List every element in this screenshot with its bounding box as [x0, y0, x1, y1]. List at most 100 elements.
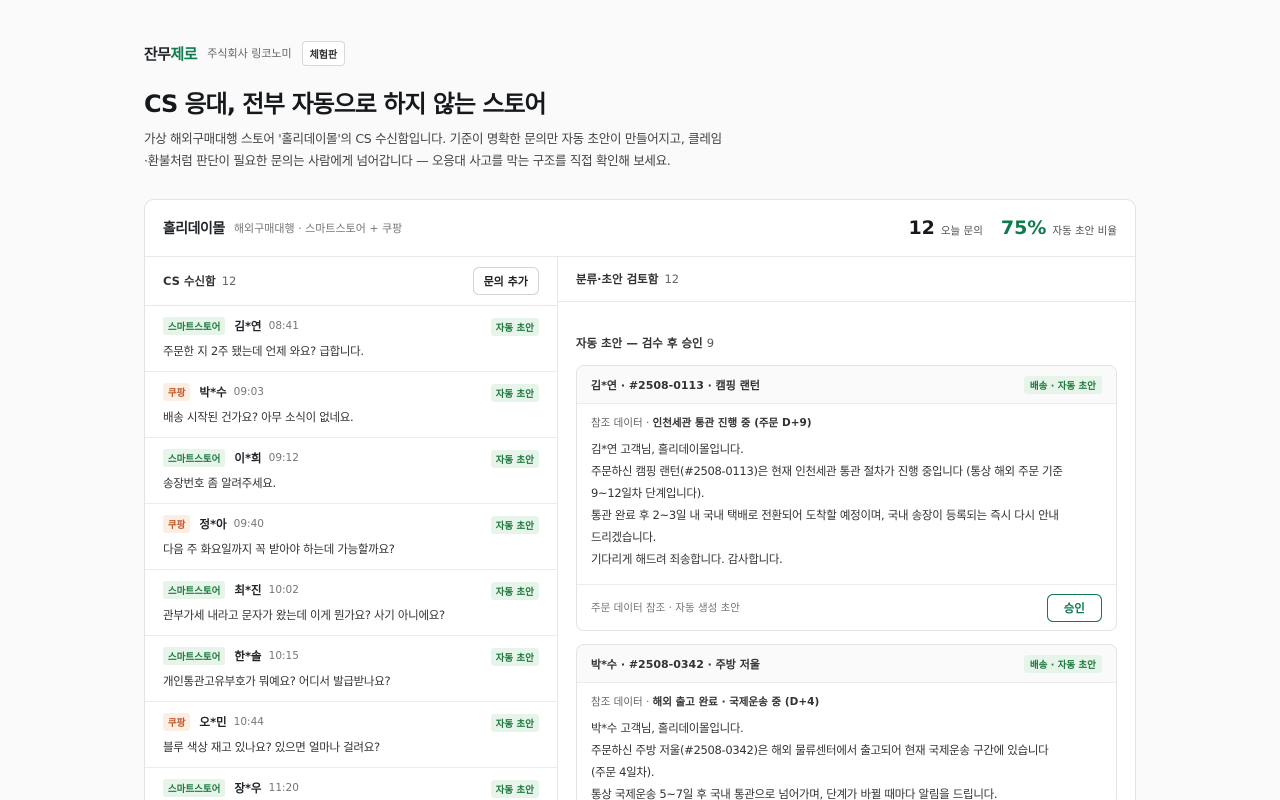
- add-inquiry-button[interactable]: 문의 추가: [472, 267, 539, 295]
- draft-card: 김*연 · #2508-0113 · 캠핑 랜턴 배송 · 자동 초안 참조 데이터…: [576, 365, 1117, 631]
- section-label: 자동 초안 — 검수 후 승인 9: [576, 335, 714, 351]
- channel-badge: 스마트스토어: [163, 449, 226, 467]
- inquiry-time: 09:40: [233, 518, 264, 530]
- reply-line: 주문하신 캠핑 랜턴(#2508-0113)은 현재 인천세관 통관 절차가 진…: [591, 464, 1063, 478]
- inquiry-row[interactable]: 쿠팡 박*수 09:03 자동 초안 배송 시작된 건가요? 아무 소식이 없네요.: [145, 372, 557, 438]
- category-badge: 배송 · 자동 초안: [1024, 654, 1102, 673]
- customer-name: 오*민: [199, 715, 227, 729]
- customer-name: 김*연: [234, 319, 262, 333]
- inquiry-meta: 스마트스토어 장*우 11:20: [163, 779, 539, 797]
- auto-draft-ratio: 75%: [1000, 217, 1047, 239]
- section-label-text: 자동 초안 — 검수 후 승인: [576, 336, 703, 350]
- cs-panel: 홀리데이몰 해외구매대행 · 스마트스토어 + 쿠팡 12 오늘 문의 75% …: [144, 199, 1136, 800]
- reference-data: 참조 데이터 · 인천세관 통관 진행 중 (주문 D+9): [591, 415, 1102, 430]
- customer-name: 장*우: [234, 781, 262, 795]
- inquiry-row[interactable]: 스마트스토어 김*연 08:41 자동 초안주문한 지 2주 됐는데 언제 와요? 급…: [145, 306, 557, 372]
- inquiry-time: 09:03: [233, 386, 264, 398]
- inquiry-row[interactable]: 스마트스토어 최*진 10:02 자동 초안 관부가세 내라고 문자가 왔는데 이게 뭔…: [145, 570, 557, 636]
- inquiry-message: 다음 주 화요일까지 꼭 받아야 하는데 가능할까요?: [163, 542, 395, 556]
- inquiry-meta: 스마트스토어 최*진 10:02: [163, 581, 539, 599]
- category-badge: 배송 · 자동 초안: [1024, 375, 1102, 394]
- auto-draft-ratio-label: 자동 초안 비율: [1052, 225, 1117, 237]
- card-header: 박*수 · #2508-0342 · 주방 저울 배송 · 자동 초안: [577, 645, 1116, 683]
- auto-draft-badge: 자동 초안: [490, 648, 539, 666]
- brand-accent: 제로: [170, 44, 198, 63]
- today-inquiries-count: 12: [908, 217, 935, 239]
- card-body: 참조 데이터 · 인천세관 통관 진행 중 (주문 D+9) 김*연 고객님, 홀…: [577, 404, 1116, 570]
- inquiry-row[interactable]: 스마트스토어 이*희 09:12 자동 초안 송장번호 좀 알려주세요.: [145, 438, 557, 504]
- page-title: CS 응대, 전부 자동으로 하지 않는 스토어: [144, 90, 547, 118]
- auto-draft-badge: 자동 초안: [490, 384, 539, 402]
- customer-name: 정*아: [199, 517, 227, 531]
- description-line: 가상 해외구매대행 스토어 '홀리데이몰'의 CS 수신함입니다. 기준이 명확…: [144, 131, 722, 146]
- card-footnote: 주문 데이터 참조 · 자동 생성 초안: [591, 602, 740, 614]
- reply-line: 통관 완료 후 2~3일 내 국내 택배로 전환되어 도착할 예정이며, 국내 …: [591, 508, 1059, 522]
- channel-badge: 쿠팡: [163, 713, 191, 731]
- inquiry-row[interactable]: 스마트스토어 장*우 11:20 자동 초안: [145, 768, 557, 800]
- store-name: 홀리데이몰: [163, 221, 225, 237]
- channel-badge: 스마트스토어: [163, 317, 226, 335]
- inquiry-meta: 스마트스토어 김*연 08:41: [163, 317, 539, 335]
- auto-draft-badge: 자동 초안: [490, 582, 539, 600]
- inquiry-row[interactable]: 쿠팡 정*아 09:40 자동 초안다음 주 화요일까지 꼭 받아야 하는데 가능할까…: [145, 504, 557, 570]
- inquiry-message: 관부가세 내라고 문자가 왔는데 이게 뭔가요? 사기 아니에요?: [163, 608, 445, 622]
- reply-line: 드리겠습니다.: [591, 530, 657, 544]
- inquiry-meta: 스마트스토어 이*희 09:12: [163, 449, 539, 467]
- customer-name: 최*진: [234, 583, 262, 597]
- customer-name: 이*희: [234, 451, 262, 465]
- auto-draft-badge: 자동 초안: [490, 318, 539, 336]
- inquiry-time: 10:02: [268, 584, 299, 596]
- reply-line: 김*연 고객님, 홀리데이몰입니다.: [591, 442, 744, 456]
- reply-line: 9~12일차 단계입니다).: [591, 486, 705, 500]
- channel-badge: 스마트스토어: [163, 779, 226, 797]
- inquiry-time: 10:44: [233, 716, 264, 728]
- inbox-column: CS 수신함 12 문의 추가 스마트스토어 김*연 08:41 자동 초안 주문한 지…: [145, 257, 558, 800]
- inquiry-row[interactable]: 쿠팡 오*민 10:44 자동 초안블루 색상 재고 있나요? 있으면 얼마나 걸려요…: [145, 702, 557, 768]
- inquiry-meta: 스마트스토어 한*솔 10:15: [163, 647, 539, 665]
- inquiry-time: 11:20: [268, 782, 299, 794]
- section-count: 9: [706, 336, 715, 350]
- draft-reply[interactable]: 박*수 고객님, 홀리데이몰입니다. 주문하신 주방 저울(#2508-0342)…: [591, 717, 1102, 800]
- auto-draft-badge: 자동 초안: [490, 780, 539, 798]
- review-column: 분류·초안 검토함 12 자동 초안 — 검수 후 승인 9 김*연 · #250…: [558, 257, 1135, 800]
- today-inquiries-label: 오늘 문의: [940, 225, 983, 237]
- inbox-header: CS 수신함 12 문의 추가: [145, 257, 557, 306]
- draft-reply[interactable]: 김*연 고객님, 홀리데이몰입니다. 주문하신 캠핑 랜턴(#2508-0113)…: [591, 438, 1102, 570]
- description-line: ·환불처럼 판단이 필요한 문의는 사람에게 넘어갑니다 — 오응대 사고를 막…: [144, 153, 671, 168]
- inquiry-time: 08:41: [268, 320, 299, 332]
- review-title: 분류·초안 검토함: [576, 272, 659, 286]
- channel-badge: 쿠팡: [163, 383, 191, 401]
- brand-logo[interactable]: 잔무제로: [144, 43, 198, 64]
- approve-button[interactable]: 승인: [1046, 593, 1102, 622]
- reference-prefix: 참조 데이터 ·: [591, 696, 653, 708]
- review-count: 12: [664, 272, 680, 286]
- card-body: 참조 데이터 · 해외 출고 완료 · 국제운송 중 (D+4) 박*수 고객님,…: [577, 683, 1116, 800]
- reply-line: (주문 4일차).: [591, 765, 655, 779]
- reference-value: 인천세관 통관 진행 중 (주문 D+9): [652, 417, 812, 429]
- page-description: 가상 해외구매대행 스토어 '홀리데이몰'의 CS 수신함입니다. 기준이 명확…: [144, 128, 844, 172]
- inbox-count: 12: [221, 274, 237, 288]
- topbar: 잔무제로 주식회사 링코노미 체험판: [144, 40, 346, 66]
- card-title: 박*수 · #2508-0342 · 주방 저울: [591, 657, 760, 671]
- inquiry-row[interactable]: 스마트스토어 한*솔 10:15 자동 초안 개인통관고유부호가 뭐예요? 어디서 발급…: [145, 636, 557, 702]
- auto-draft-badge: 자동 초안: [490, 516, 539, 534]
- inquiry-message: 블루 색상 재고 있나요? 있으면 얼마나 걸려요?: [163, 740, 380, 754]
- inquiry-meta: 쿠팡 오*민 10:44: [163, 713, 539, 731]
- reference-prefix: 참조 데이터 ·: [591, 417, 653, 429]
- inquiry-meta: 쿠팡 정*아 09:40: [163, 515, 539, 533]
- channel-badge: 쿠팡: [163, 515, 191, 533]
- inquiry-meta: 쿠팡 박*수 09:03: [163, 383, 539, 401]
- draft-card: 박*수 · #2508-0342 · 주방 저울 배송 · 자동 초안참조 데이터…: [576, 644, 1117, 800]
- inquiry-time: 10:15: [268, 650, 299, 662]
- auto-draft-badge: 자동 초안: [490, 714, 539, 732]
- auto-draft-badge: 자동 초안: [490, 450, 539, 468]
- inquiry-message: 주문한 지 2주 됐는데 언제 와요? 급합니다.: [163, 344, 364, 358]
- card-header: 김*연 · #2508-0113 · 캠핑 랜턴 배송 · 자동 초안: [577, 366, 1116, 404]
- reference-data: 참조 데이터 · 해외 출고 완료 · 국제운송 중 (D+4): [591, 694, 1102, 709]
- channel-badge: 스마트스토어: [163, 647, 226, 665]
- panel-header: 홀리데이몰 해외구매대행 · 스마트스토어 + 쿠팡 12 오늘 문의 75% …: [145, 200, 1135, 257]
- customer-name: 박*수: [199, 385, 227, 399]
- brand-main: 잔무: [144, 44, 171, 63]
- reference-value: 해외 출고 완료 · 국제운송 중 (D+4): [652, 696, 820, 708]
- trial-badge: 체험판: [301, 40, 346, 66]
